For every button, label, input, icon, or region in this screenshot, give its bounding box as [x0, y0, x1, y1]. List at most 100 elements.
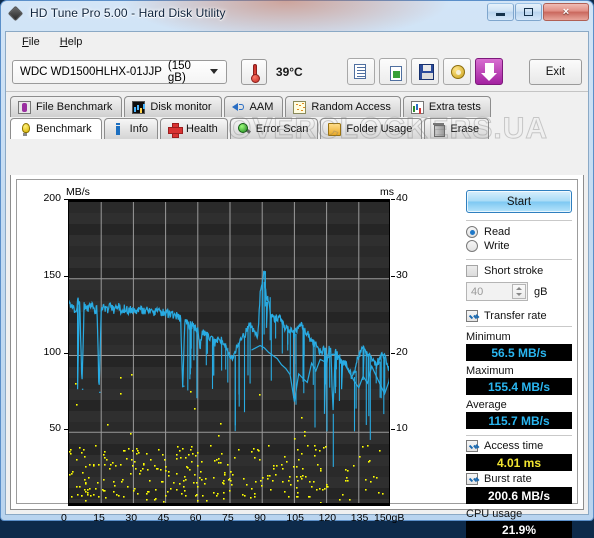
maximize-button[interactable]	[515, 3, 542, 21]
stepper-buttons[interactable]	[512, 284, 526, 299]
checkbox-short-stroke-icon	[466, 265, 478, 277]
copy-button[interactable]	[346, 58, 375, 85]
tab-random-access[interactable]: Random Access	[285, 96, 401, 117]
average-label: Average	[466, 399, 507, 411]
close-button[interactable]: ×	[543, 3, 589, 21]
y-tick	[64, 429, 68, 431]
tab-extra-tests[interactable]: Extra tests	[402, 96, 491, 117]
y-tick	[64, 199, 68, 200]
x-tick-label: 0	[61, 512, 67, 524]
menu-file-rest: ile	[28, 36, 40, 48]
x-tick-label: 135	[350, 512, 369, 524]
y-tick-label: 150	[43, 268, 61, 281]
radio-write-label: Write	[484, 240, 510, 252]
copy-image-icon	[389, 66, 402, 81]
tab-aam[interactable]: AAM	[223, 96, 284, 117]
radio-read-label: Read	[484, 226, 511, 238]
divider	[466, 326, 572, 327]
divider	[466, 435, 572, 436]
folder-icon	[328, 122, 342, 136]
burst-rate-label: Burst rate	[484, 473, 532, 485]
app-diamond-icon	[7, 5, 24, 22]
y2-tick-label: 10	[396, 422, 408, 435]
average-value: 115.7 MB/s	[466, 412, 572, 429]
thermometer-icon	[241, 58, 267, 85]
short-stroke-unit: gB	[534, 285, 548, 298]
copy-image-button[interactable]	[378, 58, 407, 85]
radio-read[interactable]: Read	[466, 226, 572, 238]
minimize-button[interactable]	[487, 3, 514, 21]
checkbox-short-stroke[interactable]: Short stroke	[466, 265, 572, 277]
tab-folder-usage[interactable]: Folder Usage	[320, 118, 423, 139]
x-tick-label: 60	[189, 512, 202, 524]
x-tick-label: 45	[157, 512, 170, 524]
menu-help-rest: elp	[67, 36, 83, 48]
save-button[interactable]	[410, 58, 439, 85]
y2-tick-label: 40	[396, 192, 408, 204]
tab-health[interactable]: Health	[160, 118, 228, 139]
tab-label: Extra tests	[428, 101, 481, 113]
short-stroke-label: Short stroke	[484, 265, 544, 277]
y2-tick	[391, 429, 395, 431]
toolbar-buttons	[346, 58, 503, 85]
checkbox-transfer-rate[interactable]: Transfer rate	[466, 310, 572, 322]
tab-disk-monitor[interactable]: Disk monitor	[124, 96, 222, 117]
y-tick-label: 100	[43, 345, 61, 358]
tab-file-benchmark[interactable]: File Benchmark	[10, 96, 123, 117]
x-tick-label: 120	[318, 512, 337, 524]
radio-read-icon	[466, 226, 478, 238]
tab-label: Benchmark	[36, 123, 92, 135]
radio-write[interactable]: Write	[466, 240, 572, 252]
temperature-value: 39°C	[275, 64, 303, 79]
extra-tests-icon	[410, 100, 424, 114]
tab-error-scan[interactable]: Error Scan	[229, 118, 319, 139]
short-stroke-row: 40 gB	[466, 282, 572, 301]
tab-label: File Benchmark	[36, 101, 113, 113]
client-area: File Help WDC WD1500HLHX-01JJP (150 gB) …	[5, 31, 589, 538]
download-button[interactable]	[474, 58, 503, 85]
random-access-icon	[293, 100, 307, 114]
stepper-down-icon[interactable]	[516, 293, 522, 297]
drive-name: WDC WD1500HLHX-01JJP	[20, 65, 162, 78]
y2-tick	[391, 199, 395, 200]
y2-tick-label: 30	[396, 268, 408, 281]
y2-tick-label: 20	[396, 345, 408, 358]
x-tick-label: 15	[93, 512, 105, 524]
short-stroke-stepper[interactable]: 40	[466, 282, 528, 301]
drive-select[interactable]: WDC WD1500HLHX-01JJP (150 gB)	[12, 59, 228, 84]
settings-button[interactable]	[442, 58, 471, 85]
x-tick-label: 30	[125, 512, 138, 524]
magnifier-icon	[237, 122, 251, 136]
tab-info[interactable]: Info	[103, 118, 158, 139]
x-tick-label: 150gB	[374, 512, 405, 524]
info-icon	[112, 122, 125, 136]
y-tick-label: 50	[49, 422, 61, 435]
y-axis-title: MB/s	[66, 186, 90, 198]
controls-panel: Start Read Write Short stroke 40 gB Tran…	[466, 186, 572, 538]
menu-item-help[interactable]: Help	[52, 34, 91, 50]
window-controls: ×	[486, 3, 589, 21]
toolbar: WDC WD1500HLHX-01JJP (150 gB) 39°C Exit	[6, 52, 588, 92]
tab-label: Error Scan	[255, 123, 309, 135]
tab-bar: File Benchmark Disk monitor AAM Random A…	[6, 92, 588, 146]
gear-icon	[450, 65, 465, 79]
x-tick-label: 105	[286, 512, 304, 524]
close-icon: ×	[562, 6, 570, 18]
start-button[interactable]: Start	[466, 190, 572, 213]
exit-button[interactable]: Exit	[528, 58, 582, 85]
maximize-icon	[516, 4, 541, 20]
trash-icon	[432, 122, 446, 137]
tab-label: Health	[186, 123, 218, 135]
maximum-label: Maximum	[466, 365, 514, 377]
disk-monitor-icon	[132, 100, 146, 114]
short-stroke-value: 40	[471, 285, 484, 298]
minimize-icon	[488, 4, 513, 20]
tab-row-bottom: Benchmark Info Health Error Scan Folder …	[10, 118, 584, 139]
tab-benchmark[interactable]: Benchmark	[10, 118, 102, 139]
checkbox-burst-rate[interactable]: Burst rate	[466, 473, 572, 485]
checkbox-access-time[interactable]: Access time	[466, 440, 572, 452]
checkbox-transfer-rate-icon	[466, 310, 478, 322]
tab-erase[interactable]: Erase	[424, 118, 490, 139]
menu-item-file[interactable]: File	[14, 34, 48, 50]
stepper-up-icon[interactable]	[516, 286, 522, 290]
